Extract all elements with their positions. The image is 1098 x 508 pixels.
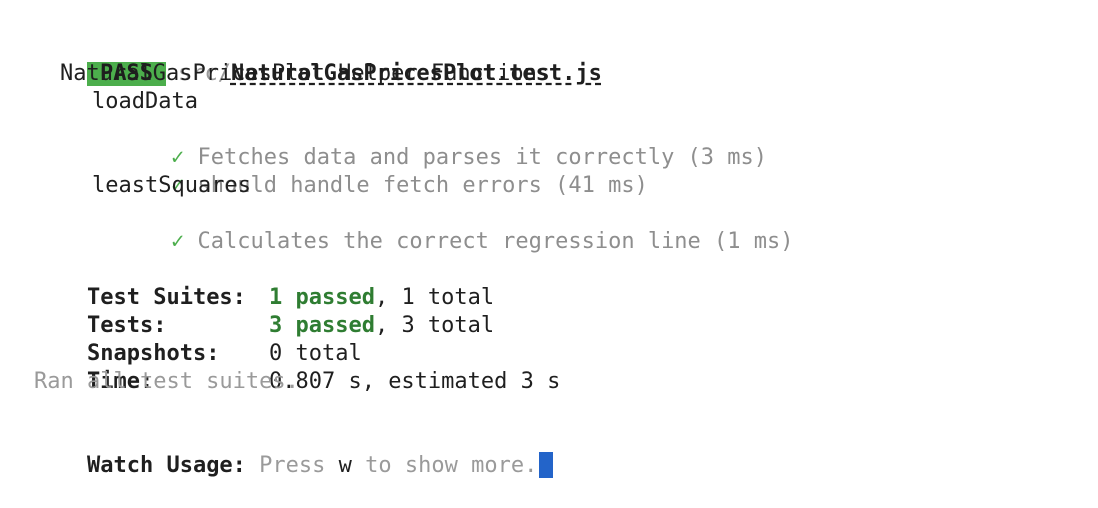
test-name: should handle fetch errors (41 ms) (197, 173, 648, 198)
stat-passed: 3 passed (268, 313, 375, 338)
stat-test-suites: Test Suites: 1 passed, 1 total (34, 256, 1098, 310)
ran-all-message: Ran all test suites. (34, 369, 299, 394)
watch-usage-line: Watch Usage: Press w to show more. (34, 424, 1098, 478)
stat-value: 0 total (268, 341, 362, 366)
terminal-cursor[interactable] (539, 452, 554, 478)
stat-value: 0.807 s, estimated 3 s (268, 369, 561, 394)
test-name: Fetches data and parses it correctly (3 … (197, 145, 768, 170)
stat-passed: 1 passed (268, 285, 375, 310)
watch-key: w (338, 453, 352, 478)
test-name: Calculates the correct regression line (… (197, 229, 794, 254)
stat-label: Tests: (86, 313, 167, 338)
scrolled-off-line (0, 0, 1098, 4)
watch-press-text: Press (245, 453, 339, 478)
test-result-row: ✓ Fetches data and parses it correctly (… (34, 116, 1098, 170)
test-file-result: PASS src/NaturalGasPricesPlot.test.js (34, 32, 1098, 86)
watch-rest-text: to show more. (351, 453, 538, 478)
check-icon: ✓ (170, 229, 185, 254)
check-icon: ✓ (170, 145, 185, 170)
stat-total: , 1 total (374, 285, 495, 310)
stat-total: , 3 total (374, 313, 495, 338)
stat-label: Snapshots: (86, 341, 220, 366)
stat-label: Test Suites: (86, 285, 246, 310)
group-title-loaddata: loadData (92, 89, 198, 114)
watch-usage-label: Watch Usage: (86, 453, 246, 478)
test-result-row: ✓ Calculates the correct regression line… (34, 200, 1098, 254)
terminal-output: PASS src/NaturalGasPricesPlot.test.js Nat… (34, 32, 1098, 478)
